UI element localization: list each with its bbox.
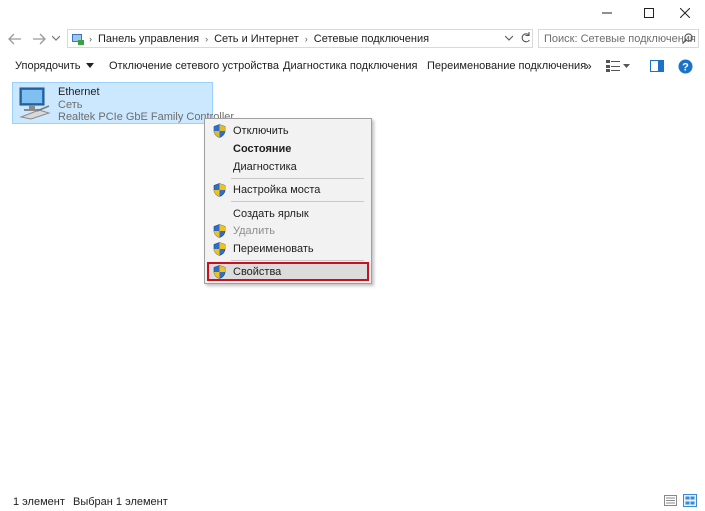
recent-locations-button[interactable] [49, 30, 63, 48]
menu-item-properties[interactable]: Свойства [207, 263, 369, 281]
rename-button[interactable]: Переименование подключения [427, 54, 586, 78]
breadcrumb-control-panel[interactable]: Панель управления [98, 33, 199, 45]
forward-button[interactable] [29, 30, 49, 48]
network-adapter-icon [17, 86, 53, 123]
uac-shield-icon [213, 183, 226, 197]
menu-item-label: Состояние [233, 143, 292, 155]
menu-item-disable[interactable]: Отключить [207, 122, 369, 140]
svg-text:?: ? [682, 61, 689, 73]
search-icon [682, 33, 693, 47]
menu-item-delete: Удалить [207, 222, 369, 240]
disable-device-button[interactable]: Отключение сетевого устройства [109, 54, 279, 78]
control-panel-icon [71, 32, 85, 46]
uac-shield-icon [213, 224, 226, 238]
address-dropdown-icon[interactable] [504, 33, 514, 46]
breadcrumb-separator: › [89, 33, 92, 44]
rename-label: Переименование подключения [427, 60, 587, 72]
diagnose-button[interactable]: Диагностика подключения [283, 54, 417, 78]
diagnose-label: Диагностика подключения [283, 60, 418, 72]
dropdown-arrow-icon [86, 63, 95, 68]
menu-item-rename[interactable]: Переименовать [207, 240, 369, 258]
context-menu: Отключить Состояние Диагностика Настройк… [204, 118, 372, 284]
menu-item-create-shortcut[interactable]: Создать ярлык [207, 205, 369, 223]
status-bar: 1 элемент Выбран 1 элемент [0, 490, 705, 511]
breadcrumb-network-connections[interactable]: Сетевые подключения [314, 33, 429, 45]
details-view-button[interactable] [664, 495, 677, 509]
back-button[interactable] [5, 30, 25, 48]
menu-separator [231, 201, 364, 202]
large-icons-view-button[interactable] [683, 494, 697, 510]
preview-pane-button[interactable] [650, 54, 664, 78]
menu-item-label: Создать ярлык [233, 208, 309, 220]
menu-item-diagnostics[interactable]: Диагностика [207, 158, 369, 176]
organize-button[interactable]: Упорядочить [15, 54, 95, 78]
connection-name: Ethernet [58, 86, 100, 98]
view-options-icon [606, 60, 620, 72]
breadcrumb-separator: › [304, 33, 308, 44]
uac-shield-icon [213, 265, 226, 279]
menu-item-label: Свойства [233, 266, 282, 278]
breadcrumb-network-internet[interactable]: Сеть и Интернет [214, 33, 299, 45]
menu-item-label: Диагностика [233, 161, 297, 173]
details-view-icon [664, 495, 677, 506]
menu-separator [231, 260, 364, 261]
chevron-down-icon [52, 36, 60, 41]
menu-item-label: Отключить [233, 125, 289, 137]
forward-arrow-icon [33, 33, 46, 45]
more-label: » [585, 59, 592, 73]
refresh-icon[interactable] [520, 32, 531, 47]
menu-item-status[interactable]: Состояние [207, 140, 369, 158]
command-bar: Упорядочить Отключение сетевого устройст… [0, 54, 705, 78]
back-arrow-icon [8, 33, 21, 45]
menu-item-label: Удалить [233, 225, 275, 237]
address-bar[interactable]: › Панель управления › Сеть и Интернет › … [67, 29, 533, 48]
search-input[interactable]: Поиск: Сетевые подключения [538, 29, 699, 48]
dropdown-arrow-icon [623, 63, 630, 68]
menu-item-bridge[interactable]: Настройка моста [207, 181, 369, 199]
minimize-button[interactable] [584, 0, 630, 26]
search-placeholder: Поиск: Сетевые подключения [544, 32, 696, 45]
menu-item-label: Переименовать [233, 243, 314, 255]
organize-label: Упорядочить [15, 60, 81, 72]
uac-shield-icon [213, 124, 226, 138]
help-icon: ? [678, 59, 693, 73]
ethernet-connection-item[interactable]: Ethernet Сеть Realtek PCIe GbE Family Co… [12, 82, 234, 124]
menu-separator [231, 178, 364, 179]
maximize-icon [644, 8, 654, 18]
connection-type: Сеть [58, 99, 83, 111]
help-button[interactable]: ? [678, 54, 693, 78]
item-count: 1 элемент [13, 496, 65, 508]
preview-pane-icon [650, 60, 664, 72]
close-icon [680, 8, 690, 18]
selected-count: Выбран 1 элемент [73, 496, 168, 508]
menu-item-label: Настройка моста [233, 184, 321, 196]
breadcrumb-separator: › [205, 33, 209, 44]
more-commands-button[interactable]: » [585, 54, 592, 78]
close-button[interactable] [662, 0, 705, 26]
title-bar [0, 0, 705, 26]
change-view-button[interactable] [606, 54, 630, 78]
large-icons-view-icon [683, 494, 697, 507]
minimize-icon [602, 12, 612, 14]
disable-device-label: Отключение сетевого устройства [109, 60, 279, 72]
uac-shield-icon [213, 242, 226, 256]
